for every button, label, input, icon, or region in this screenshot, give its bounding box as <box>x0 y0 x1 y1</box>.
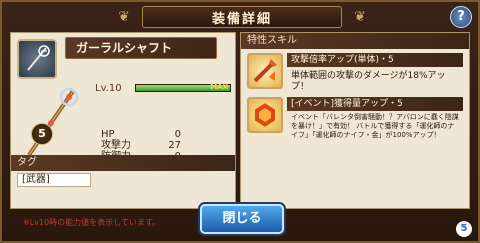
stat-row: HP 0 <box>101 129 181 140</box>
level-max-label: MAX <box>210 83 228 91</box>
skills-section-header: 特性スキル <box>241 33 469 49</box>
skill-description: 単体範囲の攻撃のダメージが18%アップ！ <box>291 71 446 92</box>
weapon-artwork-icon <box>21 85 81 159</box>
ornament-left-icon: ❦ <box>118 9 130 25</box>
close-button[interactable]: 閉じる <box>200 204 284 234</box>
equipment-detail-window: ❦ 装備詳細 ❦ ? ガーラルシャフト 5 Lv.10 MAX HP 0 攻撃力… <box>0 0 480 243</box>
level-row: Lv.10 MAX <box>95 81 231 95</box>
stat-label: HP <box>101 129 115 140</box>
skill-item: [イベント]獲得量アップ・5 イベント「バレンタ倒害騒動！？アバロンに蠢く陰謀を… <box>247 97 463 153</box>
stat-row: 攻撃力 27 <box>101 140 181 151</box>
event-gem-icon <box>247 97 283 133</box>
help-button[interactable]: ? <box>450 6 472 28</box>
skill-name: 攻撃倍率アップ(単体)・5 <box>287 53 463 67</box>
title-bar: 装備詳細 <box>142 6 342 28</box>
skill-name: [イベント]獲得量アップ・5 <box>287 97 463 111</box>
skill-description: イベント「バレンタ倒害騒動！？アバロンに蠢く陰謀を暴け！」で有効！ バトルで獲得… <box>291 113 459 139</box>
item-name: ガーラルシャフト <box>65 37 217 59</box>
level-progress-bar: MAX <box>135 83 231 92</box>
item-thumbnail-icon <box>17 39 57 79</box>
stat-value: 0 <box>174 129 181 140</box>
ornament-right-icon: ❦ <box>354 9 366 25</box>
stat-value: 27 <box>168 140 181 151</box>
skill-item: 攻撃倍率アップ(単体)・5 単体範囲の攻撃のダメージが18%アップ！ <box>247 53 463 93</box>
tag-chip: [武器] <box>17 173 91 187</box>
rarity-badge: 5 <box>31 123 53 145</box>
site-logo-icon: 5 <box>456 221 472 237</box>
item-info-panel: ガーラルシャフト 5 Lv.10 MAX HP 0 攻撃力 27 タグ [武器]… <box>10 32 236 227</box>
level-label: Lv.10 <box>95 82 122 94</box>
level-note: ※Lv10時の能力値を表示しています。 <box>23 218 161 227</box>
window-title: 装備詳細 <box>211 11 272 27</box>
skills-panel: 特性スキル 攻撃倍率アップ(単体)・5 単体範囲の攻撃のダメージが18%アップ！… <box>240 32 470 209</box>
sword-up-icon <box>247 53 283 89</box>
stat-label: 攻撃力 <box>101 140 131 151</box>
tag-section-header: タグ <box>11 155 235 171</box>
